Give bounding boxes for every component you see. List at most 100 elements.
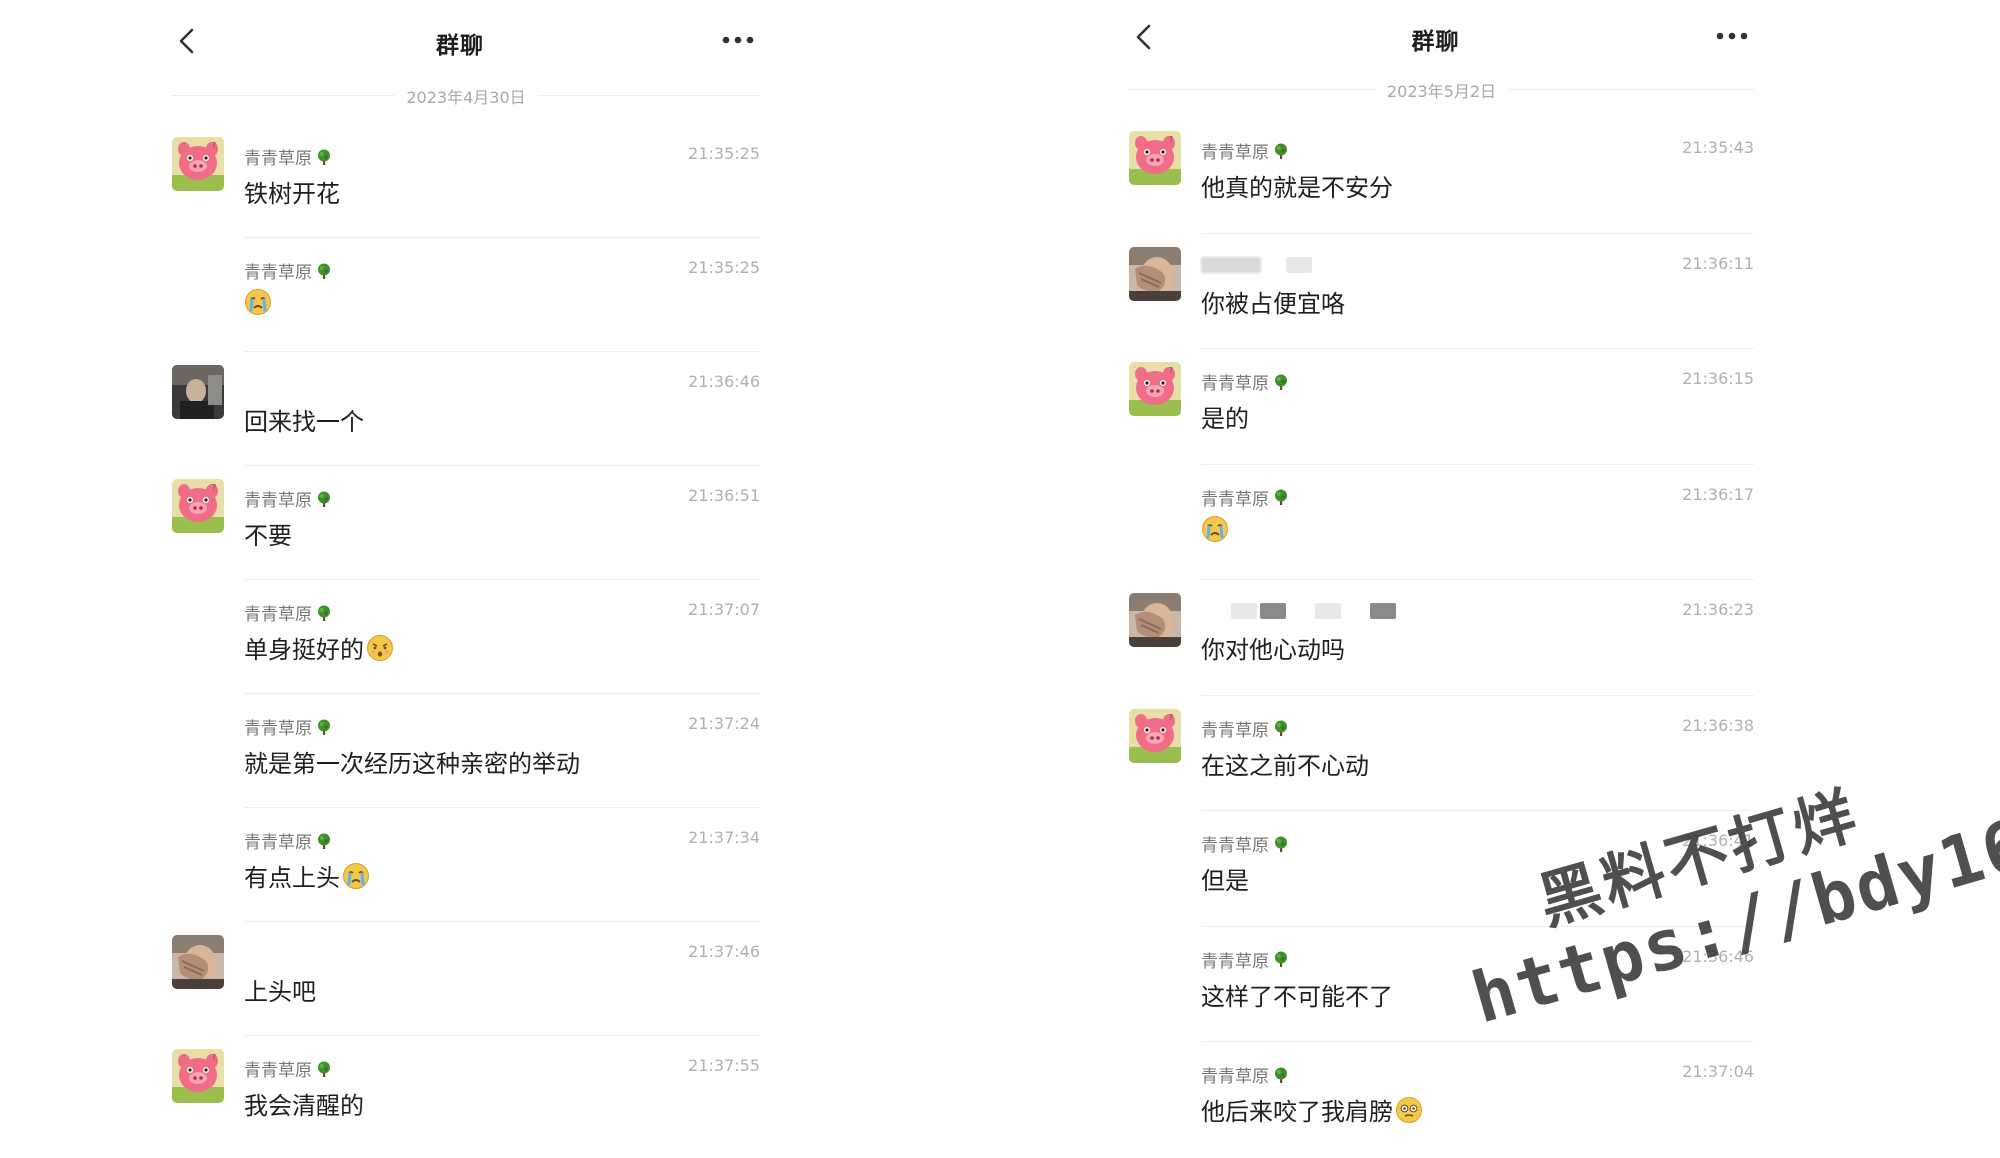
message-text: 我会清醒的	[244, 1092, 364, 1120]
sender-name: 青青草原	[1201, 947, 1290, 972]
face-photo-avatar[interactable]	[1129, 246, 1181, 301]
message-text: 单身挺好的	[244, 630, 394, 665]
message-text	[244, 288, 272, 316]
tree-icon	[315, 604, 333, 622]
sender-name: 青青草原	[244, 258, 333, 283]
message-item[interactable]: 青青草原 21:36:41 但是	[1117, 811, 1754, 927]
tree-icon	[1272, 488, 1290, 506]
person-photo-avatar[interactable]	[172, 365, 224, 419]
message-item[interactable]: 青青草原 21:37:24 就是第一次经历这种亲密的举动	[160, 694, 760, 808]
message-item[interactable]: 21:36:46 回来找一个	[160, 352, 760, 466]
pink-pig-avatar[interactable]: ?	[172, 137, 224, 191]
tree-icon	[1272, 1066, 1290, 1084]
message-time: 21:36:46	[1682, 946, 1754, 966]
message-text: 在这之前不心动	[1201, 751, 1369, 780]
tree-icon	[1272, 835, 1290, 853]
message-text	[1201, 515, 1229, 543]
svg-text:?: ?	[212, 141, 216, 150]
tree-icon	[1272, 719, 1290, 737]
message-time: 21:37:34	[688, 828, 760, 847]
sender-name: 青青草原	[1201, 485, 1290, 510]
message-time: 21:36:51	[688, 486, 760, 505]
message-text: 就是第一次经历这种亲密的举动	[244, 750, 580, 778]
dizzy-face-emoji	[1395, 1096, 1423, 1124]
chat-header: 群聊	[160, 0, 760, 82]
message-item[interactable]: ? 青青草原 21:36:15 是的	[1117, 349, 1754, 465]
page-title: 群聊	[1411, 29, 1460, 55]
sender-name: 青青草原	[244, 828, 333, 853]
message-text: 不要	[244, 522, 292, 550]
face-photo-avatar[interactable]	[172, 935, 224, 989]
tree-icon	[315, 832, 333, 850]
message-item[interactable]: 21:36:11 你被占便宜咯	[1117, 234, 1754, 349]
chat-panel-left: 群聊 2023年4月30日 ? 青青草原 21:35:25 铁树开花 青青草原 …	[160, 0, 760, 1125]
pink-pig-avatar[interactable]: ?	[1129, 131, 1181, 185]
message-text: 你被占便宜咯	[1201, 289, 1345, 318]
date-separator: 2023年5月2日	[1129, 76, 1754, 102]
kissing-face-emoji	[366, 634, 394, 662]
svg-text:?: ?	[212, 1053, 216, 1062]
tree-icon	[315, 262, 333, 280]
svg-text:?: ?	[1169, 713, 1173, 722]
pink-pig-avatar[interactable]: ?	[172, 1049, 224, 1103]
sender-name: 青青草原	[244, 714, 333, 739]
message-time: 21:35:25	[688, 258, 760, 277]
date-label: 2023年5月2日	[1374, 78, 1509, 102]
message-item[interactable]: ? 青青草原 21:36:51 不要	[160, 466, 760, 580]
message-item[interactable]: ? 青青草原 21:37:55 我会清醒的	[160, 1036, 760, 1150]
sender-name: 青青草原	[1201, 369, 1290, 394]
message-item[interactable]: 青青草原 21:36:46 这样了不可能不了	[1117, 927, 1754, 1042]
pink-pig-avatar[interactable]: ?	[172, 479, 224, 533]
more-dots-icon	[1716, 32, 1748, 40]
face-photo-avatar[interactable]	[1129, 593, 1181, 647]
pink-pig-avatar[interactable]: ?	[1129, 708, 1181, 763]
message-text: 他后来咬了我肩膀	[1201, 1092, 1423, 1127]
message-item[interactable]: 青青草原 21:37:04 他后来咬了我肩膀	[1117, 1042, 1754, 1158]
message-time: 21:36:15	[1682, 369, 1754, 388]
sender-name: 青青草原	[244, 600, 333, 625]
message-time: 21:36:11	[1682, 253, 1754, 273]
more-dots-icon	[722, 36, 754, 44]
more-options-button[interactable]	[1710, 24, 1754, 48]
page-title: 群聊	[436, 33, 484, 59]
message-time: 21:37:46	[688, 942, 760, 961]
message-item[interactable]: 青青草原 21:37:07 单身挺好的	[160, 580, 760, 694]
svg-text:?: ?	[1169, 366, 1173, 375]
message-text: 铁树开花	[244, 180, 340, 208]
message-time: 21:37:07	[688, 600, 760, 619]
message-text: 这样了不可能不了	[1201, 982, 1393, 1011]
sender-name-redacted	[1201, 600, 1396, 622]
message-time: 21:37:24	[688, 714, 760, 733]
tree-icon	[1272, 373, 1290, 391]
message-item[interactable]: 青青草原 21:37:34 有点上头	[160, 808, 760, 922]
message-item[interactable]: ? 青青草原 21:36:38 在这之前不心动	[1117, 696, 1754, 811]
message-time: 21:36:46	[688, 372, 760, 391]
sender-name: 青青草原	[1201, 831, 1290, 856]
sender-name: 青青草原	[244, 1056, 333, 1081]
more-options-button[interactable]	[716, 28, 760, 52]
message-item[interactable]: 青青草原 21:35:25	[160, 238, 760, 352]
message-item[interactable]: 21:37:46 上头吧	[160, 922, 760, 1036]
sender-name: 青青草原	[244, 486, 333, 511]
svg-text:?: ?	[212, 483, 216, 492]
tree-icon	[1272, 142, 1290, 160]
crying-face-emoji	[244, 288, 272, 316]
date-separator: 2023年4月30日	[172, 82, 760, 108]
message-text: 有点上头	[244, 858, 370, 893]
message-item[interactable]: ? 青青草原 21:35:25 铁树开花	[160, 124, 760, 238]
message-item[interactable]: 青青草原 21:36:17	[1117, 465, 1754, 580]
crying-face-emoji	[1201, 515, 1229, 543]
message-text: 是的	[1201, 405, 1249, 433]
pink-pig-avatar[interactable]: ?	[1129, 362, 1181, 416]
message-text: 上头吧	[244, 978, 316, 1006]
message-item[interactable]: ? 青青草原 21:35:43 他真的就是不安分	[1117, 118, 1754, 234]
message-time: 21:37:55	[688, 1056, 760, 1075]
tree-icon	[315, 490, 333, 508]
message-item[interactable]: 21:36:23 你对他心动吗	[1117, 580, 1754, 696]
date-label: 2023年4月30日	[394, 84, 538, 108]
message-time: 21:36:17	[1682, 484, 1754, 504]
message-time: 21:37:04	[1682, 1062, 1754, 1081]
message-time: 21:36:41	[1682, 831, 1754, 850]
svg-text:?: ?	[1169, 135, 1173, 144]
chat-panel-right: 群聊 2023年5月2日 ? 青青草原 21:35:43 他真的就是不安分 21…	[1117, 0, 1754, 1126]
